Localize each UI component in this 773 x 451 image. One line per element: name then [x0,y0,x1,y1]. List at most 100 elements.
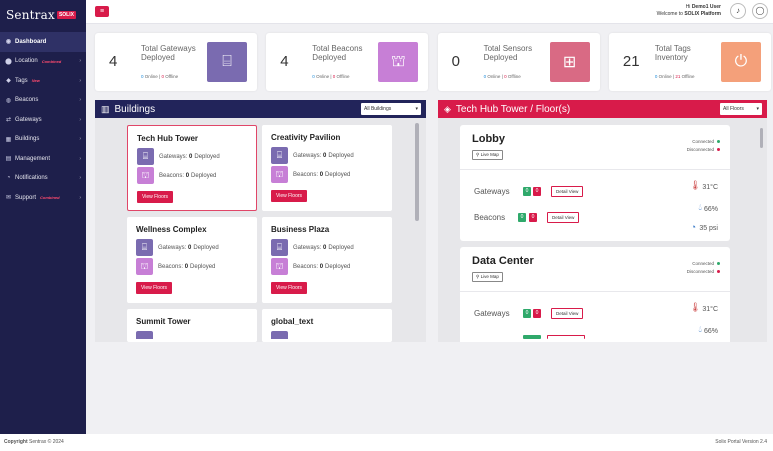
floors-scrollbar[interactable] [760,128,763,148]
live-map-button[interactable]: ⚲ Live Map [472,150,503,160]
brand-logo[interactable]: Sentrax SOLIX [0,0,86,30]
beacons-count: 0 [185,172,190,179]
live-map-label: Live Map [480,274,499,279]
divider [460,169,730,170]
disconnected-label: Disconnected [686,269,714,274]
beacons-prefix: Beacons: [293,263,319,270]
sidebar-item-buildings[interactable]: ▦ Buildings › [0,130,86,150]
stat-label: Total Tags Inventory [654,44,691,62]
location-pin-icon: ⬤ [5,58,12,65]
buildings-scrollbar[interactable] [415,123,419,221]
offline-count: 0 [504,74,507,79]
sidebar-item-management[interactable]: ▤ Management › [0,149,86,169]
sidebar-item-gateways[interactable]: ⇄ Gateways › [0,110,86,130]
building-card[interactable]: Summit Tower [127,309,257,342]
building-name: Creativity Pavilion [271,133,341,142]
stat-card: 4 Total Gateways Deployed 0 Online | 0 Off… [95,33,257,91]
beacon-icon: ◍ [5,97,12,104]
sidebar-item-location[interactable]: ⬤ Location Combined › [0,52,86,72]
building-beacons-row: ⛫ Beacons: 0 Deployed [137,167,216,184]
brand-name: Sentrax [6,8,55,22]
gateways-prefix: Gateways: [159,153,188,160]
beacons-online-count: 0 [518,213,526,222]
stat-card: 4 Total Beacons Deployed 0 Online | 0 Offl… [266,33,429,91]
chevron-right-icon: › [79,155,81,162]
gateways-deployed-label: Deployed [194,153,220,160]
sidebar-item-label: Gateways [15,116,42,123]
building-name: Tech Hub Tower [137,134,199,143]
stat-status: 0 Online | 21 Offline [654,74,695,79]
menu-toggle-button[interactable]: ≡ [95,6,109,17]
sidebar-item-dashboard[interactable]: ◉ Dashboard [0,32,86,52]
dashboard-icon: ◉ [5,39,12,46]
beacon-light-icon: ⛫ [271,166,288,183]
sidebar-item-label: Notifications [15,175,48,182]
floor-card: Lobby ⚲ Live Map Connected Disconnected Gate… [460,125,730,241]
buildings-header: ▥ Buildings All Buildings ▾ [95,100,426,118]
sidebar-item-support[interactable]: ✉ Support Combined › [0,188,86,208]
copyright-bold: Copyright [4,439,28,445]
sidebar-item-beacons[interactable]: ◍ Beacons › [0,91,86,111]
building-filter-select[interactable]: All Buildings ▾ [361,103,421,115]
gateways-count: 0 [323,244,327,251]
building-card[interactable]: Business Plaza ⌸ Gateways: 0 Deployed ⛫ Beaco… [262,217,392,303]
building-card[interactable]: Creativity Pavilion ⌸ Gateways: 0 Deployed ⛫… [262,125,392,211]
connected-label: Connected [692,139,714,144]
beacons-deployed-label: Deployed [190,263,216,270]
floor-filter-select[interactable]: All Floors ▾ [720,103,762,115]
building-name: Summit Tower [136,317,191,326]
temperature-value: 31°C [702,184,718,191]
humidity-value: 66% [703,206,718,213]
tag-icon: ◆ [6,78,11,85]
offline-count: 0 [161,74,164,79]
online-label: Online [316,74,330,79]
beacon-light-icon: ⛫ [271,258,288,275]
gateways-deployed-label: Deployed [328,244,354,251]
view-floors-button[interactable]: View Floors [136,282,173,294]
green-dot-icon [717,140,720,144]
beacons-offline-count: 0 [529,213,537,222]
nav-badge: Combined [40,195,60,201]
stat-status: 0 Online | 0 Offline [141,74,179,79]
bell-icon[interactable]: ♪ [730,3,746,19]
pressure-gauge-icon: ◔ [690,222,696,232]
user-avatar-icon[interactable]: ◯ [752,3,768,19]
beacons-detail-view-button[interactable] [547,335,585,339]
building-icon: ◈ [444,103,451,114]
offline-label: Offline [681,74,695,79]
buildings-title: Buildings [114,103,156,115]
floor-filter-value: All Floors [723,106,744,112]
sidebar: Sentrax SOLIX ◉ Dashboard ⬤ Location Combine… [0,0,86,434]
view-floors-button[interactable]: View Floors [271,282,308,294]
beacons-count-partial [523,335,541,339]
sidebar-item-label: Dashboard [15,38,47,45]
building-card[interactable]: Tech Hub Tower ⌸ Gateways: 0 Deployed ⛫ Beaco… [127,125,257,211]
gateways-detail-view-button[interactable]: Detail View [551,308,584,319]
beacons-detail-view-button[interactable]: Detail View [547,212,580,223]
beacon-light-icon: ⛫ [136,258,153,275]
gateways-detail-view-button[interactable]: Detail View [551,186,584,197]
gateways-offline-count: 0 [533,309,541,318]
green-dot-icon [717,262,720,266]
live-map-button[interactable]: ⚲ Live Map [472,272,503,282]
building-gateways-row: ⌸ Gateways: 0 Deployed [271,147,354,164]
stat-count: 21 [622,53,640,70]
chevron-right-icon: › [79,77,81,84]
router-icon: ⌸ [207,42,247,82]
building-card[interactable]: global_text [262,309,392,342]
chevron-right-icon: › [79,136,81,143]
connected-legend: Connected [692,261,720,266]
sidebar-item-notifications[interactable]: ◔ Notifications › [0,169,86,189]
nav-badge: New [31,78,40,84]
building-card[interactable]: Wellness Complex ⌸ Gateways: 0 Deployed ⛫ Bea… [127,217,257,303]
temperature-value: 31°C [702,306,718,313]
view-floors-button[interactable]: View Floors [271,190,308,202]
support-icon: ✉ [5,195,12,202]
floor-name: Lobby [472,133,505,145]
offline-label: Offline [336,74,350,79]
building-name: Wellness Complex [136,225,207,234]
chevron-right-icon: › [79,58,81,65]
sidebar-item-tags[interactable]: ◆ Tags New › [0,71,86,91]
building-gateways-row: ⌸ Gateways: 0 Deployed [137,148,220,165]
view-floors-button[interactable]: View Floors [137,191,174,203]
